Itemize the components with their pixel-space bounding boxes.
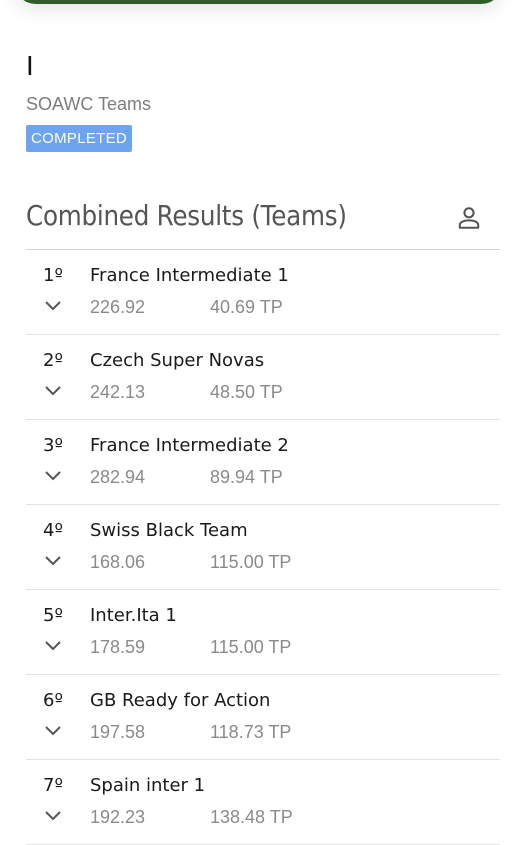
team-score: 226.92 xyxy=(90,297,146,317)
team-score: 168.06 xyxy=(90,552,146,572)
team-score: 282.94 xyxy=(90,467,146,487)
rank-label: 2º xyxy=(43,350,63,371)
team-score: 242.13 xyxy=(90,382,146,402)
chevron-down-icon[interactable] xyxy=(44,639,62,653)
chevron-down-icon[interactable] xyxy=(44,469,62,483)
rank-label: 6º xyxy=(43,690,63,711)
person-icon[interactable] xyxy=(456,205,482,231)
results-list: 1º France Intermediate 1 226.92 40.69 TP… xyxy=(26,250,500,845)
chevron-down-icon[interactable] xyxy=(44,724,62,738)
result-row[interactable]: 7º Spain inter 1 192.23 138.48 TP xyxy=(26,760,500,845)
chevron-down-icon[interactable] xyxy=(44,554,62,568)
rank-label: 4º xyxy=(43,520,63,541)
rank-label: 1º xyxy=(43,265,63,286)
rank-label: 7º xyxy=(43,775,63,796)
team-name: Spain inter 1 xyxy=(90,775,206,796)
team-name: France Intermediate 2 xyxy=(90,435,289,456)
team-name: GB Ready for Action xyxy=(90,690,271,711)
rank-label: 5º xyxy=(43,605,63,626)
result-row[interactable]: 3º France Intermediate 2 282.94 89.94 TP xyxy=(26,420,500,505)
team-tp: 115.00 TP xyxy=(210,552,292,572)
result-row[interactable]: 6º GB Ready for Action 197.58 118.73 TP xyxy=(26,675,500,760)
team-score: 178.59 xyxy=(90,637,146,657)
status-badge: COMPLETED xyxy=(26,125,133,152)
team-tp: 89.94 TP xyxy=(210,467,283,487)
team-score: 197.58 xyxy=(90,722,146,742)
event-subtitle: SOAWC Teams xyxy=(26,94,152,114)
rank-label: 3º xyxy=(43,435,63,456)
chevron-down-icon[interactable] xyxy=(44,809,62,823)
result-row[interactable]: 2º Czech Super Novas 242.13 48.50 TP xyxy=(26,335,500,420)
chevron-down-icon[interactable] xyxy=(44,384,62,398)
team-tp: 118.73 TP xyxy=(210,722,292,742)
team-tp: 115.00 TP xyxy=(210,637,292,657)
team-name: Czech Super Novas xyxy=(90,350,265,371)
team-tp: 48.50 TP xyxy=(210,382,283,402)
result-row[interactable]: 5º Inter.Ita 1 178.59 115.00 TP xyxy=(26,590,500,675)
result-row[interactable]: 1º France Intermediate 1 226.92 40.69 TP xyxy=(26,250,500,335)
page: I SOAWC Teams COMPLETED Combined Results… xyxy=(0,0,517,845)
section-title: Combined Results (Teams) xyxy=(26,199,347,232)
team-tp: 40.69 TP xyxy=(210,297,283,317)
chevron-down-icon[interactable] xyxy=(44,299,62,313)
result-row[interactable]: 4º Swiss Black Team 168.06 115.00 TP xyxy=(26,505,500,590)
team-name: Swiss Black Team xyxy=(90,520,248,541)
team-name: Inter.Ita 1 xyxy=(90,605,177,626)
event-title: I xyxy=(26,52,34,82)
team-name: France Intermediate 1 xyxy=(90,265,289,286)
top-app-bar xyxy=(14,0,503,4)
section-header: Combined Results (Teams) xyxy=(26,197,500,250)
